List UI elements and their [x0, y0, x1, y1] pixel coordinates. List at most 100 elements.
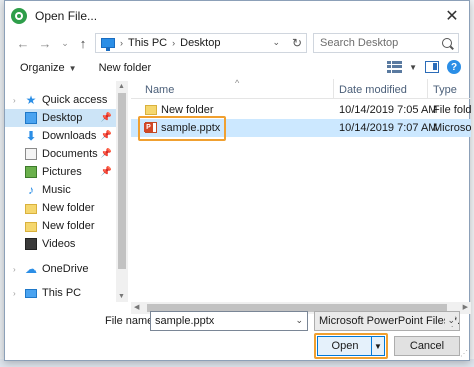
pictures-icon: [25, 166, 37, 178]
cloud-icon: ☁: [25, 262, 37, 276]
star-icon: ★: [25, 93, 37, 107]
sidebar-item-quick-access[interactable]: › ★ Quick access: [5, 91, 116, 109]
desktop-icon: [25, 112, 37, 124]
title-bar: Open File... ✕: [5, 1, 469, 31]
sidebar-item-label: Downloads: [42, 130, 97, 142]
chevron-down-icon[interactable]: ⌄: [295, 315, 303, 326]
address-bar[interactable]: › This PC › Desktop ⌄ ↻: [95, 33, 307, 53]
sidebar-item-label: Music: [42, 184, 71, 196]
sidebar-item-label: New folder: [42, 220, 95, 232]
column-header-row: ^ Name Date modified Type: [131, 79, 471, 99]
preview-pane-icon[interactable]: [425, 61, 439, 73]
sidebar-item-downloads[interactable]: ⬇ Downloads 📌: [5, 127, 116, 145]
column-header-name[interactable]: Name: [145, 84, 174, 96]
app-icon: [11, 8, 27, 24]
sidebar-item-new-folder[interactable]: New folder: [5, 217, 116, 235]
pin-icon: 📌: [100, 112, 112, 122]
organize-label: Organize: [20, 62, 65, 74]
up-arrow-icon[interactable]: ↑: [75, 33, 91, 53]
recent-locations-chevron-icon[interactable]: ⌄: [57, 33, 73, 53]
sidebar-item-label: New folder: [42, 202, 95, 214]
file-list: ^ Name Date modified Type New folder 10/…: [131, 79, 471, 302]
breadcrumb-separator-icon[interactable]: ›: [120, 38, 123, 48]
column-header-date-modified[interactable]: Date modified: [339, 84, 407, 96]
sidebar-item-label: Desktop: [42, 112, 83, 124]
navigation-pane: › ★ Quick access Desktop 📌 ⬇ Downloads 📌…: [5, 81, 125, 302]
sidebar-item-label: Pictures: [42, 166, 82, 178]
address-dropdown-chevron-icon[interactable]: ⌄: [272, 37, 280, 48]
pin-icon: 📌: [100, 130, 112, 140]
videos-icon: [25, 238, 37, 250]
help-icon[interactable]: ?: [447, 60, 461, 74]
search-placeholder: Search Desktop: [320, 37, 399, 49]
new-folder-button[interactable]: New folder: [99, 62, 152, 74]
expand-chevron-icon[interactable]: ›: [13, 265, 21, 274]
forward-arrow-icon[interactable]: →: [37, 33, 53, 53]
folder-icon: [145, 105, 157, 115]
sidebar-item-label: Quick access: [42, 94, 108, 106]
cancel-button[interactable]: Cancel: [394, 336, 460, 356]
sidebar-item-documents[interactable]: Documents 📌: [5, 145, 116, 163]
file-type: File folder: [433, 104, 471, 116]
scroll-down-arrow-icon[interactable]: ▼: [118, 293, 125, 300]
command-toolbar: Organize ▼ New folder ▼ ?: [5, 57, 469, 79]
details-view-icon[interactable]: [387, 61, 403, 73]
resize-grip-icon[interactable]: ⋰: [460, 349, 468, 358]
file-name-input[interactable]: sample.pptx ⌄: [150, 311, 308, 331]
pin-icon: 📌: [100, 148, 112, 158]
sidebar-item-pictures[interactable]: Pictures 📌: [5, 163, 116, 181]
breadcrumb-this-pc[interactable]: This PC: [128, 37, 167, 49]
sidebar-item-label: Documents: [42, 148, 98, 160]
close-button[interactable]: ✕: [435, 1, 469, 31]
sidebar-item-onedrive[interactable]: › ☁ OneDrive: [5, 260, 116, 278]
search-input[interactable]: Search Desktop: [313, 33, 459, 53]
sidebar-item-desktop[interactable]: Desktop 📌: [5, 109, 116, 127]
folder-icon: [25, 203, 37, 214]
navigation-pane-scrollbar[interactable]: ▲ ▼: [116, 81, 128, 302]
expand-chevron-icon[interactable]: ›: [13, 96, 21, 105]
column-header-type[interactable]: Type: [433, 84, 457, 96]
file-name-label: File name:: [105, 315, 157, 327]
organize-menu-button[interactable]: Organize ▼: [20, 62, 77, 74]
scroll-left-arrow-icon[interactable]: ◀: [134, 303, 139, 311]
scroll-right-arrow-icon[interactable]: ▶: [463, 303, 468, 311]
sidebar-item-new-folder[interactable]: New folder: [5, 199, 116, 217]
scrollbar-thumb[interactable]: [118, 93, 126, 269]
expand-chevron-icon[interactable]: ›: [13, 289, 21, 298]
sidebar-item-label: Videos: [42, 238, 76, 250]
sidebar-item-this-pc[interactable]: › This PC: [5, 284, 116, 302]
navigation-bar: ← → ⌄ ↑ › This PC › Desktop ⌄ ↻ Search D…: [5, 31, 469, 55]
sidebar-item-music[interactable]: ♪ Music: [5, 181, 116, 199]
folder-icon: [25, 221, 37, 232]
view-options-caret-icon[interactable]: ▼: [409, 63, 417, 72]
download-icon: ⬇: [25, 129, 37, 143]
sidebar-item-videos[interactable]: Videos: [5, 235, 116, 253]
caret-down-icon: ▼: [68, 64, 77, 73]
this-pc-icon: [101, 38, 115, 51]
sidebar-item-label: This PC: [42, 287, 82, 299]
file-type-select[interactable]: Microsoft PowerPoint Files(*.ppt ⌄: [314, 311, 460, 331]
breadcrumb-separator-icon[interactable]: ›: [172, 38, 175, 48]
back-arrow-icon[interactable]: ←: [15, 33, 31, 53]
breadcrumb-desktop[interactable]: Desktop: [180, 37, 220, 49]
refresh-icon[interactable]: ↻: [292, 36, 302, 50]
file-date: 10/14/2019 7:05 AM: [339, 104, 438, 116]
highlight-outline-selected-file: [138, 116, 226, 141]
highlight-outline-open-button: [314, 333, 388, 359]
column-divider[interactable]: [427, 79, 428, 99]
pin-icon: 📌: [100, 166, 112, 176]
pc-icon: [25, 288, 37, 298]
file-type-value: Microsoft PowerPoint Files(*.ppt: [319, 315, 460, 327]
sort-ascending-icon: ^: [235, 79, 240, 88]
file-date: 10/14/2019 7:07 AM: [339, 122, 438, 134]
scroll-up-arrow-icon[interactable]: ▲: [118, 83, 125, 90]
column-divider[interactable]: [333, 79, 334, 99]
sidebar-item-label: OneDrive: [42, 263, 89, 275]
file-name-value: sample.pptx: [155, 315, 215, 327]
open-file-dialog: Open File... ✕ ← → ⌄ ↑ › This PC › Deskt…: [4, 0, 471, 361]
search-icon: [442, 38, 452, 48]
chevron-down-icon[interactable]: ⌄: [445, 315, 455, 326]
file-type: Microsoft: [433, 122, 471, 134]
view-controls: ▼ ?: [387, 60, 461, 74]
file-name: New folder: [161, 104, 214, 116]
